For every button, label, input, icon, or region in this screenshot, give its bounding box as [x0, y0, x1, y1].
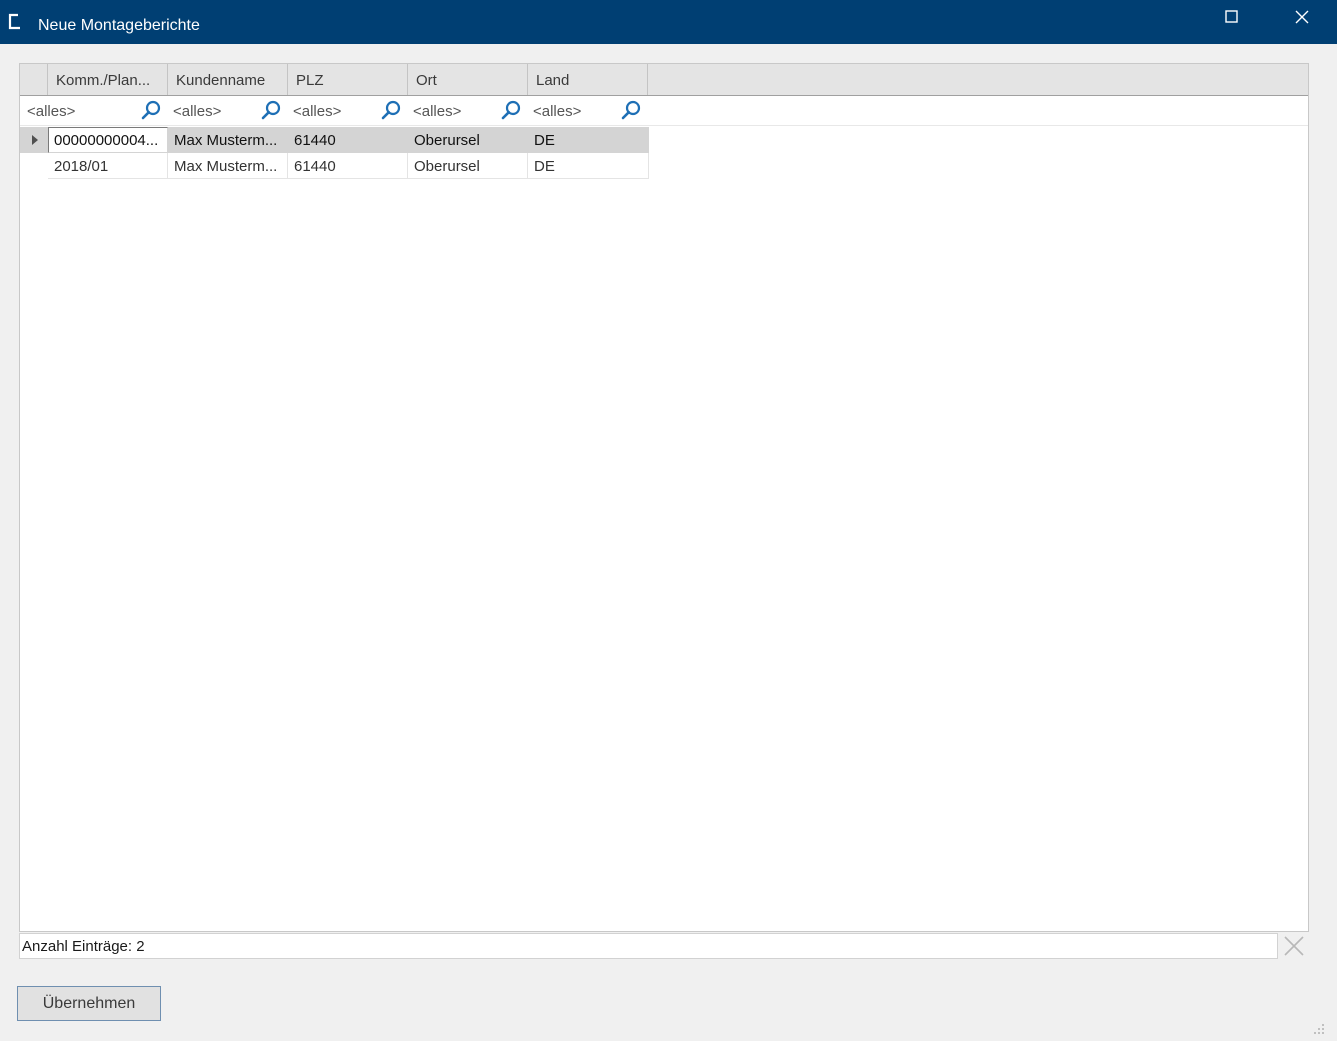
cell-ort[interactable]: Oberursel	[408, 153, 528, 179]
filter-komm-plan-text: <alles>	[27, 103, 76, 120]
cell-land[interactable]: DE	[528, 127, 649, 153]
column-header-komm-plan[interactable]: Komm./Plan...	[48, 64, 168, 95]
table-row[interactable]: 00000000004... Max Musterm... 61440 Ober…	[20, 127, 649, 153]
column-header-ort[interactable]: Ort	[408, 64, 528, 95]
filter-kundenname-text: <alles>	[173, 103, 222, 120]
column-header-land[interactable]: Land	[528, 64, 648, 95]
column-header-row: Komm./Plan... Kundenname PLZ Ort Land	[20, 64, 1308, 96]
resize-grip-icon[interactable]	[1310, 1020, 1326, 1036]
title-bar: Neue Montageberichte	[0, 0, 1337, 44]
filter-ort-text: <alles>	[413, 103, 462, 120]
cell-plz[interactable]: 61440	[288, 127, 408, 153]
close-icon	[1295, 10, 1309, 24]
status-bar: Anzahl Einträge: 2	[19, 933, 1278, 959]
row-indicator-icon	[32, 135, 38, 145]
column-header-plz[interactable]: PLZ	[288, 64, 408, 95]
filter-plz[interactable]: <alles>	[288, 96, 408, 125]
cell-komm-plan[interactable]: 2018/01	[48, 153, 168, 179]
cell-land[interactable]: DE	[528, 153, 649, 179]
search-icon[interactable]	[140, 99, 162, 121]
cell-kundenname[interactable]: Max Musterm...	[168, 153, 288, 179]
filter-land[interactable]: <alles>	[528, 96, 648, 125]
filter-komm-plan[interactable]: <alles>	[20, 96, 168, 125]
filter-ort[interactable]: <alles>	[408, 96, 528, 125]
apply-button[interactable]: Übernehmen	[17, 986, 161, 1021]
entry-count-text: Anzahl Einträge: 2	[22, 938, 145, 955]
maximize-icon	[1225, 10, 1238, 23]
cell-ort[interactable]: Oberursel	[408, 127, 528, 153]
row-indicator-header	[20, 64, 48, 95]
clear-filter-button[interactable]	[1282, 934, 1306, 958]
cell-komm-plan[interactable]: 00000000004...	[48, 127, 168, 153]
window-title: Neue Montageberichte	[38, 17, 200, 34]
table-row[interactable]: 2018/01 Max Musterm... 61440 Oberursel D…	[20, 153, 649, 179]
row-indicator-cell	[20, 153, 48, 179]
search-icon[interactable]	[260, 99, 282, 121]
clear-icon	[1284, 936, 1304, 956]
search-icon[interactable]	[500, 99, 522, 121]
close-button[interactable]	[1278, 0, 1326, 34]
cell-plz[interactable]: 61440	[288, 153, 408, 179]
cell-kundenname[interactable]: Max Musterm...	[168, 127, 288, 153]
search-icon[interactable]	[620, 99, 642, 121]
maximize-button[interactable]	[1208, 0, 1256, 34]
row-indicator-cell	[20, 127, 48, 153]
results-grid: Komm./Plan... Kundenname PLZ Ort Land <a…	[19, 63, 1309, 932]
app-logo-icon	[6, 12, 24, 32]
filter-row: <alles> <alles> <alles> <alles> <alles>	[20, 96, 1308, 126]
filter-kundenname[interactable]: <alles>	[168, 96, 288, 125]
filter-land-text: <alles>	[533, 103, 582, 120]
column-header-kundenname[interactable]: Kundenname	[168, 64, 288, 95]
filter-plz-text: <alles>	[293, 103, 342, 120]
search-icon[interactable]	[380, 99, 402, 121]
